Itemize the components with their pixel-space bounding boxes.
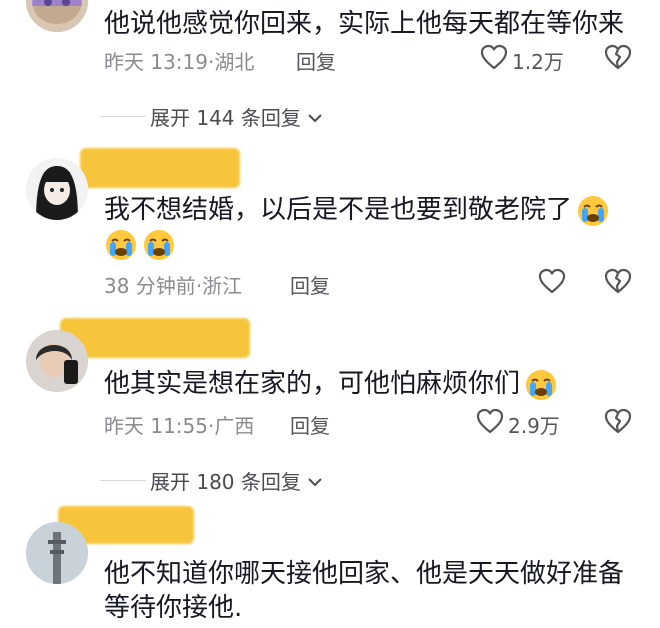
expand-label: 展开 180 条回复 <box>150 470 301 494</box>
comment-time: 昨天 13:19 <box>104 50 208 74</box>
avatar-tower[interactable] <box>26 522 88 584</box>
comment-meta: 昨天 11:55·广西 <box>104 410 254 439</box>
avatar-selfie[interactable] <box>26 330 88 392</box>
comment-location: 广西 <box>214 414 255 438</box>
reply-button[interactable]: 回复 <box>290 270 330 299</box>
chevron-down-icon <box>307 469 323 493</box>
broken-heart-icon[interactable] <box>604 408 632 438</box>
reply-button[interactable]: 回复 <box>296 46 336 75</box>
username-redacted <box>80 148 240 188</box>
comment-text-content: 我不想结婚，以后是不是也要到敬老院了 <box>104 195 573 225</box>
comment-time: 38 分钟前 <box>104 274 196 298</box>
like-count: 2.9万 <box>508 414 560 438</box>
broken-heart-icon[interactable] <box>604 268 632 298</box>
comment-text-content: 他其实是想在家的，可他怕麻烦你们 <box>104 369 521 399</box>
divider <box>100 116 146 117</box>
comment-location: 湖北 <box>214 50 255 74</box>
comment-meta: 38 分钟前·浙江 <box>104 270 242 299</box>
crying-emoji <box>144 230 174 260</box>
crying-emoji <box>578 195 609 226</box>
avatar-cat[interactable] <box>26 0 88 32</box>
chevron-down-icon <box>307 105 323 129</box>
avatar-anime-girl[interactable] <box>26 158 88 220</box>
comment-text: 他说他感觉你回来，实际上他每天都在等你来 <box>104 9 625 39</box>
comment-text: 他其实是想在家的，可他怕麻烦你们 <box>104 364 558 404</box>
heart-outline-icon[interactable] <box>476 408 504 438</box>
comment-time: 昨天 11:55 <box>104 414 208 438</box>
expand-label: 展开 144 条回复 <box>150 106 301 130</box>
reply-button[interactable]: 回复 <box>290 410 330 439</box>
like-count: 1.2万 <box>512 50 564 74</box>
expand-replies-button[interactable]: 展开 144 条回复 <box>150 102 323 131</box>
comment-location: 浙江 <box>202 274 243 298</box>
emoji-row <box>100 228 176 262</box>
crying-emoji <box>526 369 557 400</box>
comment-meta: 昨天 13:19·湖北 <box>104 46 254 75</box>
divider <box>100 480 146 481</box>
broken-heart-icon[interactable] <box>604 44 632 74</box>
heart-outline-icon[interactable] <box>538 268 566 298</box>
heart-outline-icon[interactable] <box>480 44 508 74</box>
comment-text-line2: 等待你接他. <box>104 593 243 623</box>
crying-emoji <box>106 230 136 260</box>
username-redacted <box>60 318 250 358</box>
comment-text: 我不想结婚，以后是不是也要到敬老院了 <box>104 190 610 230</box>
expand-replies-button[interactable]: 展开 180 条回复 <box>150 466 323 495</box>
